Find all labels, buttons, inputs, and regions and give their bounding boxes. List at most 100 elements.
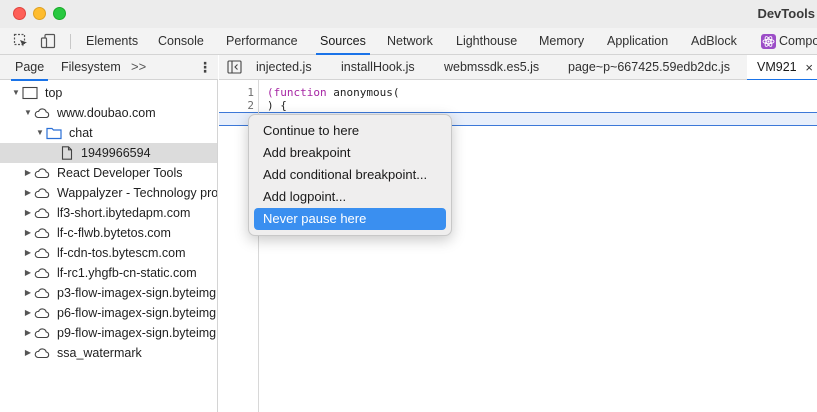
cloud-icon [34,288,50,299]
tab-application[interactable]: Application [607,28,668,54]
tab-components[interactable]: Compo [779,28,817,54]
cloud-icon [34,108,50,119]
collapse-arrow-icon[interactable]: ▶ [23,183,33,203]
tree-item-label: p6-flow-imagex-sign.byteimg. [57,306,217,320]
tree-item-domain[interactable]: ▶ lf-cdn-tos.bytescm.com [0,243,217,263]
cloud-icon [34,328,50,339]
tree-item-folder[interactable]: ▼ chat [0,123,217,143]
toggle-navigator-icon[interactable] [227,60,242,74]
tree-item-domain[interactable]: ▼ www.doubao.com [0,103,217,123]
tab-console[interactable]: Console [158,28,204,54]
navigator-tab-page[interactable]: Page [10,55,49,81]
tab-network[interactable]: Network [387,28,433,54]
tab-elements[interactable]: Elements [86,28,138,54]
tree-item-domain[interactable]: ▶ lf-rc1.yhgfb-cn-static.com [0,263,217,283]
collapse-arrow-icon[interactable]: ▶ [23,303,33,323]
close-tab-icon[interactable]: × [805,55,813,80]
tree-item-file[interactable]: 1949966594 [0,143,217,163]
tree-item-domain[interactable]: ▶ p6-flow-imagex-sign.byteimg. [0,303,217,323]
cloud-icon [34,248,50,259]
cloud-icon [34,268,50,279]
menu-item-add-logpoint[interactable]: Add logpoint... [254,186,446,208]
editor-tab-vm921[interactable]: VM921 × [747,55,817,81]
react-components-icon [761,34,776,49]
code-line: (function anonymous( [267,86,399,100]
device-toolbar-icon[interactable] [40,33,56,49]
tab-lighthouse[interactable]: Lighthouse [456,28,517,54]
tree-item-domain[interactable]: ▶ lf3-short.ibytedapm.com [0,203,217,223]
tree-item-label: lf-cdn-tos.bytescm.com [57,246,186,260]
tab-adblock[interactable]: AdBlock [691,28,737,54]
collapse-arrow-icon[interactable]: ▶ [23,203,33,223]
tree-item-domain[interactable]: ▶ React Developer Tools [0,163,217,183]
toolbar-separator [70,34,71,49]
navigator-menu-button[interactable]: ⋮ [198,55,212,80]
tree-item-label: lf-rc1.yhgfb-cn-static.com [57,266,197,280]
tree-item-domain[interactable]: ▶ ssa_watermark [0,343,217,363]
tree-item-label: www.doubao.com [57,106,156,120]
title-bar: DevTools [0,0,817,28]
tree-item-domain[interactable]: ▶ Wappalyzer - Technology profi [0,183,217,203]
tree-item-label: p9-flow-imagex-sign.byteimg. [57,326,217,340]
tree-item-label: lf-c-flwb.bytetos.com [57,226,171,240]
window-minimize-button[interactable] [33,7,46,20]
cloud-icon [34,188,50,199]
tree-item-domain[interactable]: ▶ lf-c-flwb.bytetos.com [0,223,217,243]
editor-tabs: injected.js installHook.js webmssdk.es5.… [219,55,817,81]
navigator-tabs: Page Filesystem >> ⋮ [0,55,218,81]
editor-tab-injected[interactable]: injected.js [256,55,312,80]
expand-arrow-icon[interactable]: ▼ [23,103,33,123]
more-tabs-button[interactable]: >> [131,55,146,80]
collapse-arrow-icon[interactable]: ▶ [23,243,33,263]
tree-item-top[interactable]: ▼ top [0,83,217,103]
navigator-tab-filesystem[interactable]: Filesystem [61,55,121,80]
folder-icon [46,127,62,140]
tab-performance[interactable]: Performance [226,28,298,54]
menu-item-add-breakpoint[interactable]: Add breakpoint [254,142,446,164]
frame-icon [22,86,38,100]
tree-item-label: Wappalyzer - Technology profi [57,186,217,200]
context-menu: Continue to here Add breakpoint Add cond… [248,114,452,236]
expand-arrow-icon[interactable]: ▼ [35,123,45,143]
cloud-icon [34,348,50,359]
cloud-icon [34,308,50,319]
menu-item-continue-to-here[interactable]: Continue to here [254,120,446,142]
line-number[interactable]: 1 [224,86,254,100]
code-text: ) { [267,99,287,112]
editor-tab-page-chunk[interactable]: page~p~667425.59edb2dc.js [568,55,730,80]
menu-item-never-pause-here[interactable]: Never pause here [254,208,446,230]
cloud-icon [34,208,50,219]
editor-tab-label: VM921 [757,60,797,74]
tree-item-domain[interactable]: ▶ p3-flow-imagex-sign.byteimg. [0,283,217,303]
file-icon [61,146,73,160]
collapse-arrow-icon[interactable]: ▶ [23,323,33,343]
window-title: DevTools [757,6,815,21]
collapse-arrow-icon[interactable]: ▶ [23,263,33,283]
tree-item-label: chat [69,126,93,140]
collapse-arrow-icon[interactable]: ▶ [23,163,33,183]
expand-arrow-icon[interactable]: ▼ [11,83,21,103]
collapse-arrow-icon[interactable]: ▶ [23,343,33,363]
collapse-arrow-icon[interactable]: ▶ [23,283,33,303]
code-line: ) { [267,99,287,113]
window-maximize-button[interactable] [53,7,66,20]
navigator-pane: Page Filesystem >> ⋮ ▼ top ▼ www.doubao.… [0,55,218,412]
tab-memory[interactable]: Memory [539,28,584,54]
tree-item-label: ssa_watermark [57,346,142,360]
cloud-icon [34,168,50,179]
code-keyword: (function [267,86,327,99]
line-number[interactable]: 2 [224,99,254,113]
code-text: anonymous( [326,86,400,99]
editor-tab-webmssdk[interactable]: webmssdk.es5.js [444,55,539,80]
menu-item-add-conditional-breakpoint[interactable]: Add conditional breakpoint... [254,164,446,186]
tree-item-label: top [45,86,63,100]
tree-item-label: lf3-short.ibytedapm.com [57,206,191,220]
inspect-element-icon[interactable] [13,33,29,49]
window-close-button[interactable] [13,7,26,20]
tree-item-domain[interactable]: ▶ p9-flow-imagex-sign.byteimg. [0,323,217,343]
tab-sources[interactable]: Sources [316,28,370,55]
main-toolbar: Elements Console Performance Sources Net… [0,28,817,55]
collapse-arrow-icon[interactable]: ▶ [23,223,33,243]
tree-item-label: React Developer Tools [57,166,183,180]
editor-tab-installhook[interactable]: installHook.js [341,55,415,80]
